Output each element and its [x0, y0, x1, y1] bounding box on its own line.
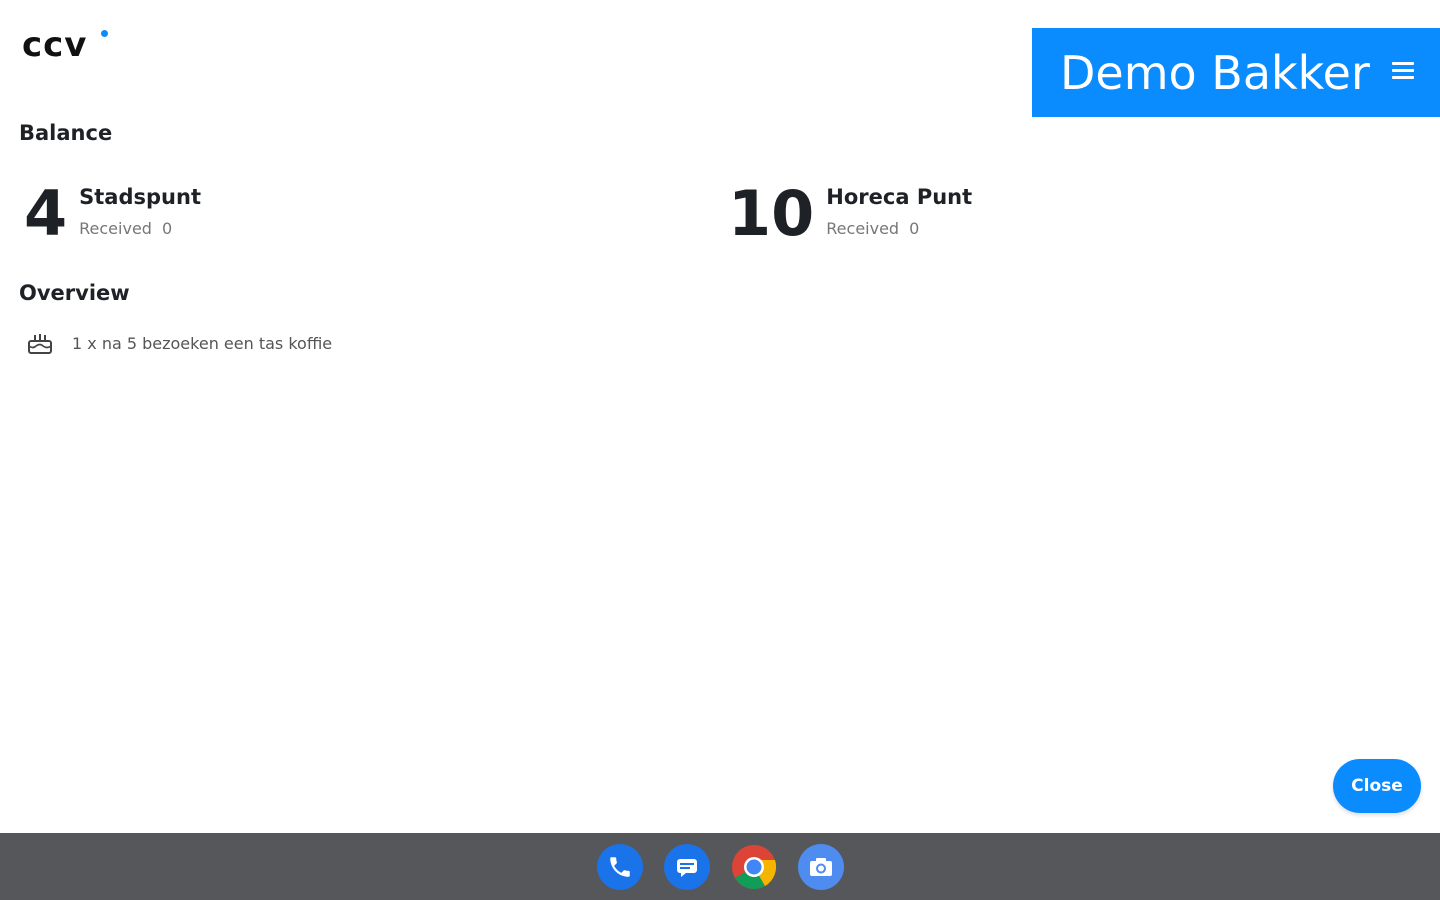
received-label: Received	[79, 219, 152, 238]
logo-dot	[101, 30, 108, 37]
balance-card-stadspunt: 4 Stadspunt Received 0	[24, 180, 201, 248]
balance-count: 4	[24, 177, 68, 250]
merchant-banner: Demo Bakker	[1032, 28, 1440, 117]
messages-icon[interactable]	[664, 844, 710, 890]
merchant-name: Demo Bakker	[1060, 45, 1370, 100]
received-value: 0	[161, 219, 173, 238]
received-line: Received 0	[79, 219, 201, 239]
balance-count: 10	[728, 177, 815, 250]
ccv-logo: ccv	[22, 28, 112, 62]
received-label: Received	[826, 219, 900, 238]
cake-icon	[28, 334, 52, 354]
overview-item-text: 1 x na 5 bezoeken een tas koffie	[72, 333, 333, 353]
close-button[interactable]: Close	[1333, 759, 1421, 813]
overview-item: 1 x na 5 bezoeken een tas koffie	[26, 330, 332, 356]
phone-icon[interactable]	[597, 844, 643, 890]
balance-name: Stadspunt	[79, 185, 201, 209]
balance-name: Horeca Punt	[826, 185, 973, 209]
logo-text: ccv	[22, 25, 88, 65]
taskbar	[0, 833, 1440, 900]
camera-icon[interactable]	[798, 844, 844, 890]
menu-icon[interactable]	[1392, 62, 1414, 82]
overview-title: Overview	[19, 281, 130, 305]
received-line: Received 0	[826, 219, 972, 239]
chrome-icon[interactable]	[731, 844, 777, 890]
received-value: 0	[909, 219, 920, 238]
balance-card-horeca-punt: 10 Horeca Punt Received 0	[728, 180, 972, 248]
balance-title: Balance	[19, 121, 113, 145]
